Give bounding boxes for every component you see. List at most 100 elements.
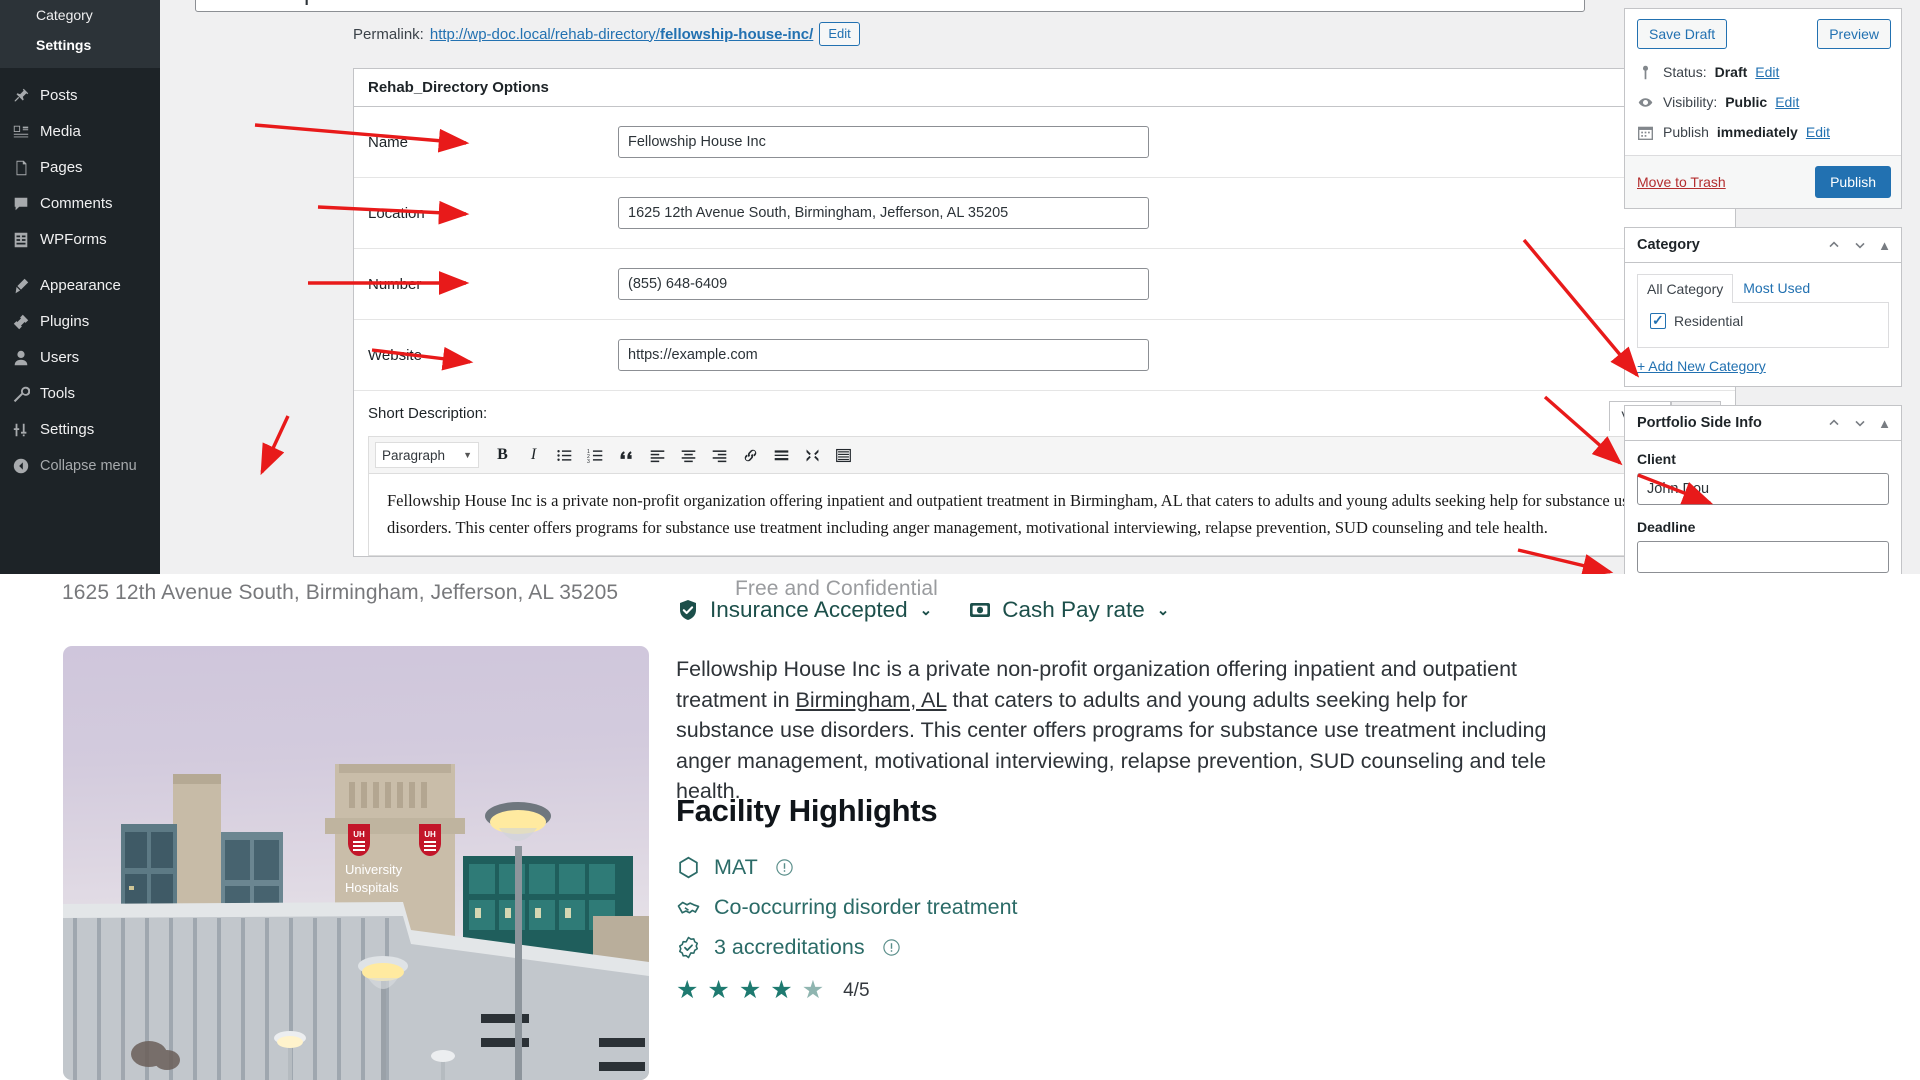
paragraph-format-select[interactable]: Paragraph ▼ bbox=[375, 442, 479, 468]
frontend-preview: 1625 12th Avenue South, Birmingham, Jeff… bbox=[0, 574, 1920, 1080]
publish-button[interactable]: Publish bbox=[1815, 166, 1891, 198]
italic-icon[interactable]: I bbox=[520, 442, 547, 468]
category-item-residential[interactable]: Residential bbox=[1650, 311, 1876, 329]
tab-most-used[interactable]: Most Used bbox=[1733, 273, 1820, 302]
editor-content[interactable]: Fellowship House Inc is a private non-pr… bbox=[368, 473, 1721, 557]
bulleted-list-icon[interactable] bbox=[551, 442, 578, 468]
publish-label: Publish bbox=[1663, 124, 1709, 140]
handshake-icon bbox=[676, 895, 701, 920]
field-label: Website bbox=[368, 346, 422, 364]
toggle-panel-icon[interactable]: ▲ bbox=[1878, 239, 1891, 252]
portfolio-box-title: Portfolio Side Info bbox=[1637, 415, 1762, 431]
permalink-row: Permalink: http://wp-doc.local/rehab-dir… bbox=[353, 22, 860, 46]
category-box-header: Category ▲ bbox=[1625, 228, 1901, 263]
sidebar-subitem-category[interactable]: Category bbox=[0, 0, 160, 30]
city-link[interactable]: Birmingham, AL bbox=[796, 688, 947, 712]
sidebar-item-posts[interactable]: Posts bbox=[0, 78, 160, 114]
move-to-trash-link[interactable]: Move to Trash bbox=[1637, 174, 1726, 190]
insurance-accepted-badge[interactable]: Insurance Accepted ⌄ bbox=[676, 597, 932, 623]
permalink-link[interactable]: http://wp-doc.local/rehab-directory/fell… bbox=[430, 26, 813, 43]
fullscreen-icon[interactable] bbox=[799, 442, 826, 468]
info-icon[interactable] bbox=[882, 938, 901, 957]
sidebar-item-tools[interactable]: Tools bbox=[0, 376, 160, 412]
status-row: Status: Draft Edit bbox=[1637, 57, 1889, 87]
short-description-editor: Short Description: Visual Text Paragraph… bbox=[354, 391, 1735, 557]
category-checklist: Residential bbox=[1637, 302, 1889, 348]
svg-text:3: 3 bbox=[587, 459, 590, 464]
status-edit-link[interactable]: Edit bbox=[1755, 62, 1779, 82]
post-title-input[interactable]: Fellowship House Inc bbox=[195, 0, 1585, 12]
permalink-label: Permalink: bbox=[353, 25, 424, 43]
sidebar-subitem-settings[interactable]: Settings bbox=[0, 30, 160, 60]
photo-sign-line1: University bbox=[345, 862, 403, 877]
sidebar-item-pages[interactable]: Pages bbox=[0, 150, 160, 186]
sidebar-label: Appearance bbox=[40, 277, 121, 294]
sidebar-label: WPForms bbox=[40, 231, 107, 248]
category-checkbox[interactable] bbox=[1650, 311, 1666, 329]
client-input[interactable] bbox=[1637, 473, 1889, 505]
admin-sidebar[interactable]: Category Settings Posts Media Pages Comm… bbox=[0, 0, 160, 574]
visibility-edit-link[interactable]: Edit bbox=[1775, 92, 1799, 112]
add-new-category-link[interactable]: + Add New Category bbox=[1625, 348, 1901, 386]
facility-highlights-list: MAT Co-occurring disorder treatment 3 ac… bbox=[676, 847, 1018, 1003]
sidebar-item-appearance[interactable]: Appearance bbox=[0, 268, 160, 304]
field-row-name: Name bbox=[354, 107, 1735, 178]
info-icon[interactable] bbox=[775, 858, 794, 877]
field-label: Location bbox=[368, 204, 425, 222]
field-row-number: Number bbox=[354, 249, 1735, 320]
bold-icon[interactable]: B bbox=[489, 442, 516, 468]
align-center-icon[interactable] bbox=[675, 442, 702, 468]
toggle-panel-icon[interactable]: ▲ bbox=[1878, 417, 1891, 430]
facility-description: Fellowship House Inc is a private non-pr… bbox=[676, 654, 1554, 807]
move-up-icon[interactable] bbox=[1826, 237, 1842, 253]
save-draft-button[interactable]: Save Draft bbox=[1637, 19, 1728, 49]
cash-pay-rate-badge[interactable]: Cash Pay rate ⌄ bbox=[968, 597, 1169, 623]
facility-highlights-title: Facility Highlights bbox=[676, 793, 938, 828]
read-more-icon[interactable] bbox=[768, 442, 795, 468]
permalink-edit-button[interactable]: Edit bbox=[819, 22, 860, 46]
sidebar-label: Posts bbox=[40, 87, 78, 104]
website-input[interactable] bbox=[618, 339, 1149, 371]
media-icon bbox=[11, 122, 31, 142]
location-input[interactable] bbox=[618, 197, 1149, 229]
blockquote-icon[interactable] bbox=[613, 442, 640, 468]
move-up-icon[interactable] bbox=[1826, 415, 1842, 431]
toolbar-toggle-icon[interactable] bbox=[830, 442, 857, 468]
hexagon-icon bbox=[676, 855, 701, 880]
align-right-icon[interactable] bbox=[706, 442, 733, 468]
badge-check-icon bbox=[676, 935, 701, 960]
short-description-label: Short Description: bbox=[368, 405, 488, 422]
sidebar-item-settings[interactable]: Settings bbox=[0, 412, 160, 448]
category-tabs: All Category Most Used bbox=[1625, 263, 1901, 303]
sidebar-item-wpforms[interactable]: WPForms bbox=[0, 222, 160, 258]
sidebar-item-users[interactable]: Users bbox=[0, 340, 160, 376]
deadline-input[interactable] bbox=[1637, 541, 1889, 573]
facility-badges: Insurance Accepted ⌄ Cash Pay rate ⌄ bbox=[676, 597, 1169, 623]
move-down-icon[interactable] bbox=[1852, 415, 1868, 431]
numbered-list-icon[interactable]: 123 bbox=[582, 442, 609, 468]
name-input[interactable] bbox=[618, 126, 1149, 158]
align-left-icon[interactable] bbox=[644, 442, 671, 468]
sidebar-item-comments[interactable]: Comments bbox=[0, 186, 160, 222]
visibility-value: Public bbox=[1725, 94, 1768, 110]
link-icon[interactable] bbox=[737, 442, 764, 468]
field-label: Name bbox=[368, 133, 409, 151]
deadline-field: Deadline bbox=[1625, 509, 1901, 574]
chevron-down-icon[interactable]: ⌄ bbox=[1157, 601, 1170, 619]
admin-right-sidebar: Save Draft Preview Status: Draft Edit Vi… bbox=[1624, 8, 1902, 574]
publish-edit-link[interactable]: Edit bbox=[1806, 122, 1830, 142]
field-label: Number bbox=[368, 275, 422, 293]
sidebar-submenu: Category Settings bbox=[0, 0, 160, 68]
sidebar-label: Pages bbox=[40, 159, 83, 176]
publish-box: Save Draft Preview Status: Draft Edit Vi… bbox=[1624, 8, 1902, 209]
rehab-directory-options-metabox: Rehab_Directory Options ▲ Name Location bbox=[353, 68, 1736, 558]
sidebar-collapse-menu[interactable]: Collapse menu bbox=[0, 448, 160, 484]
preview-button[interactable]: Preview bbox=[1817, 19, 1891, 49]
sidebar-item-media[interactable]: Media bbox=[0, 114, 160, 150]
sidebar-item-plugins[interactable]: Plugins bbox=[0, 304, 160, 340]
number-input[interactable] bbox=[618, 268, 1149, 300]
chevron-down-icon[interactable]: ⌄ bbox=[920, 601, 933, 619]
users-icon bbox=[11, 348, 31, 368]
tab-all-category[interactable]: All Category bbox=[1637, 274, 1734, 303]
move-down-icon[interactable] bbox=[1852, 237, 1868, 253]
